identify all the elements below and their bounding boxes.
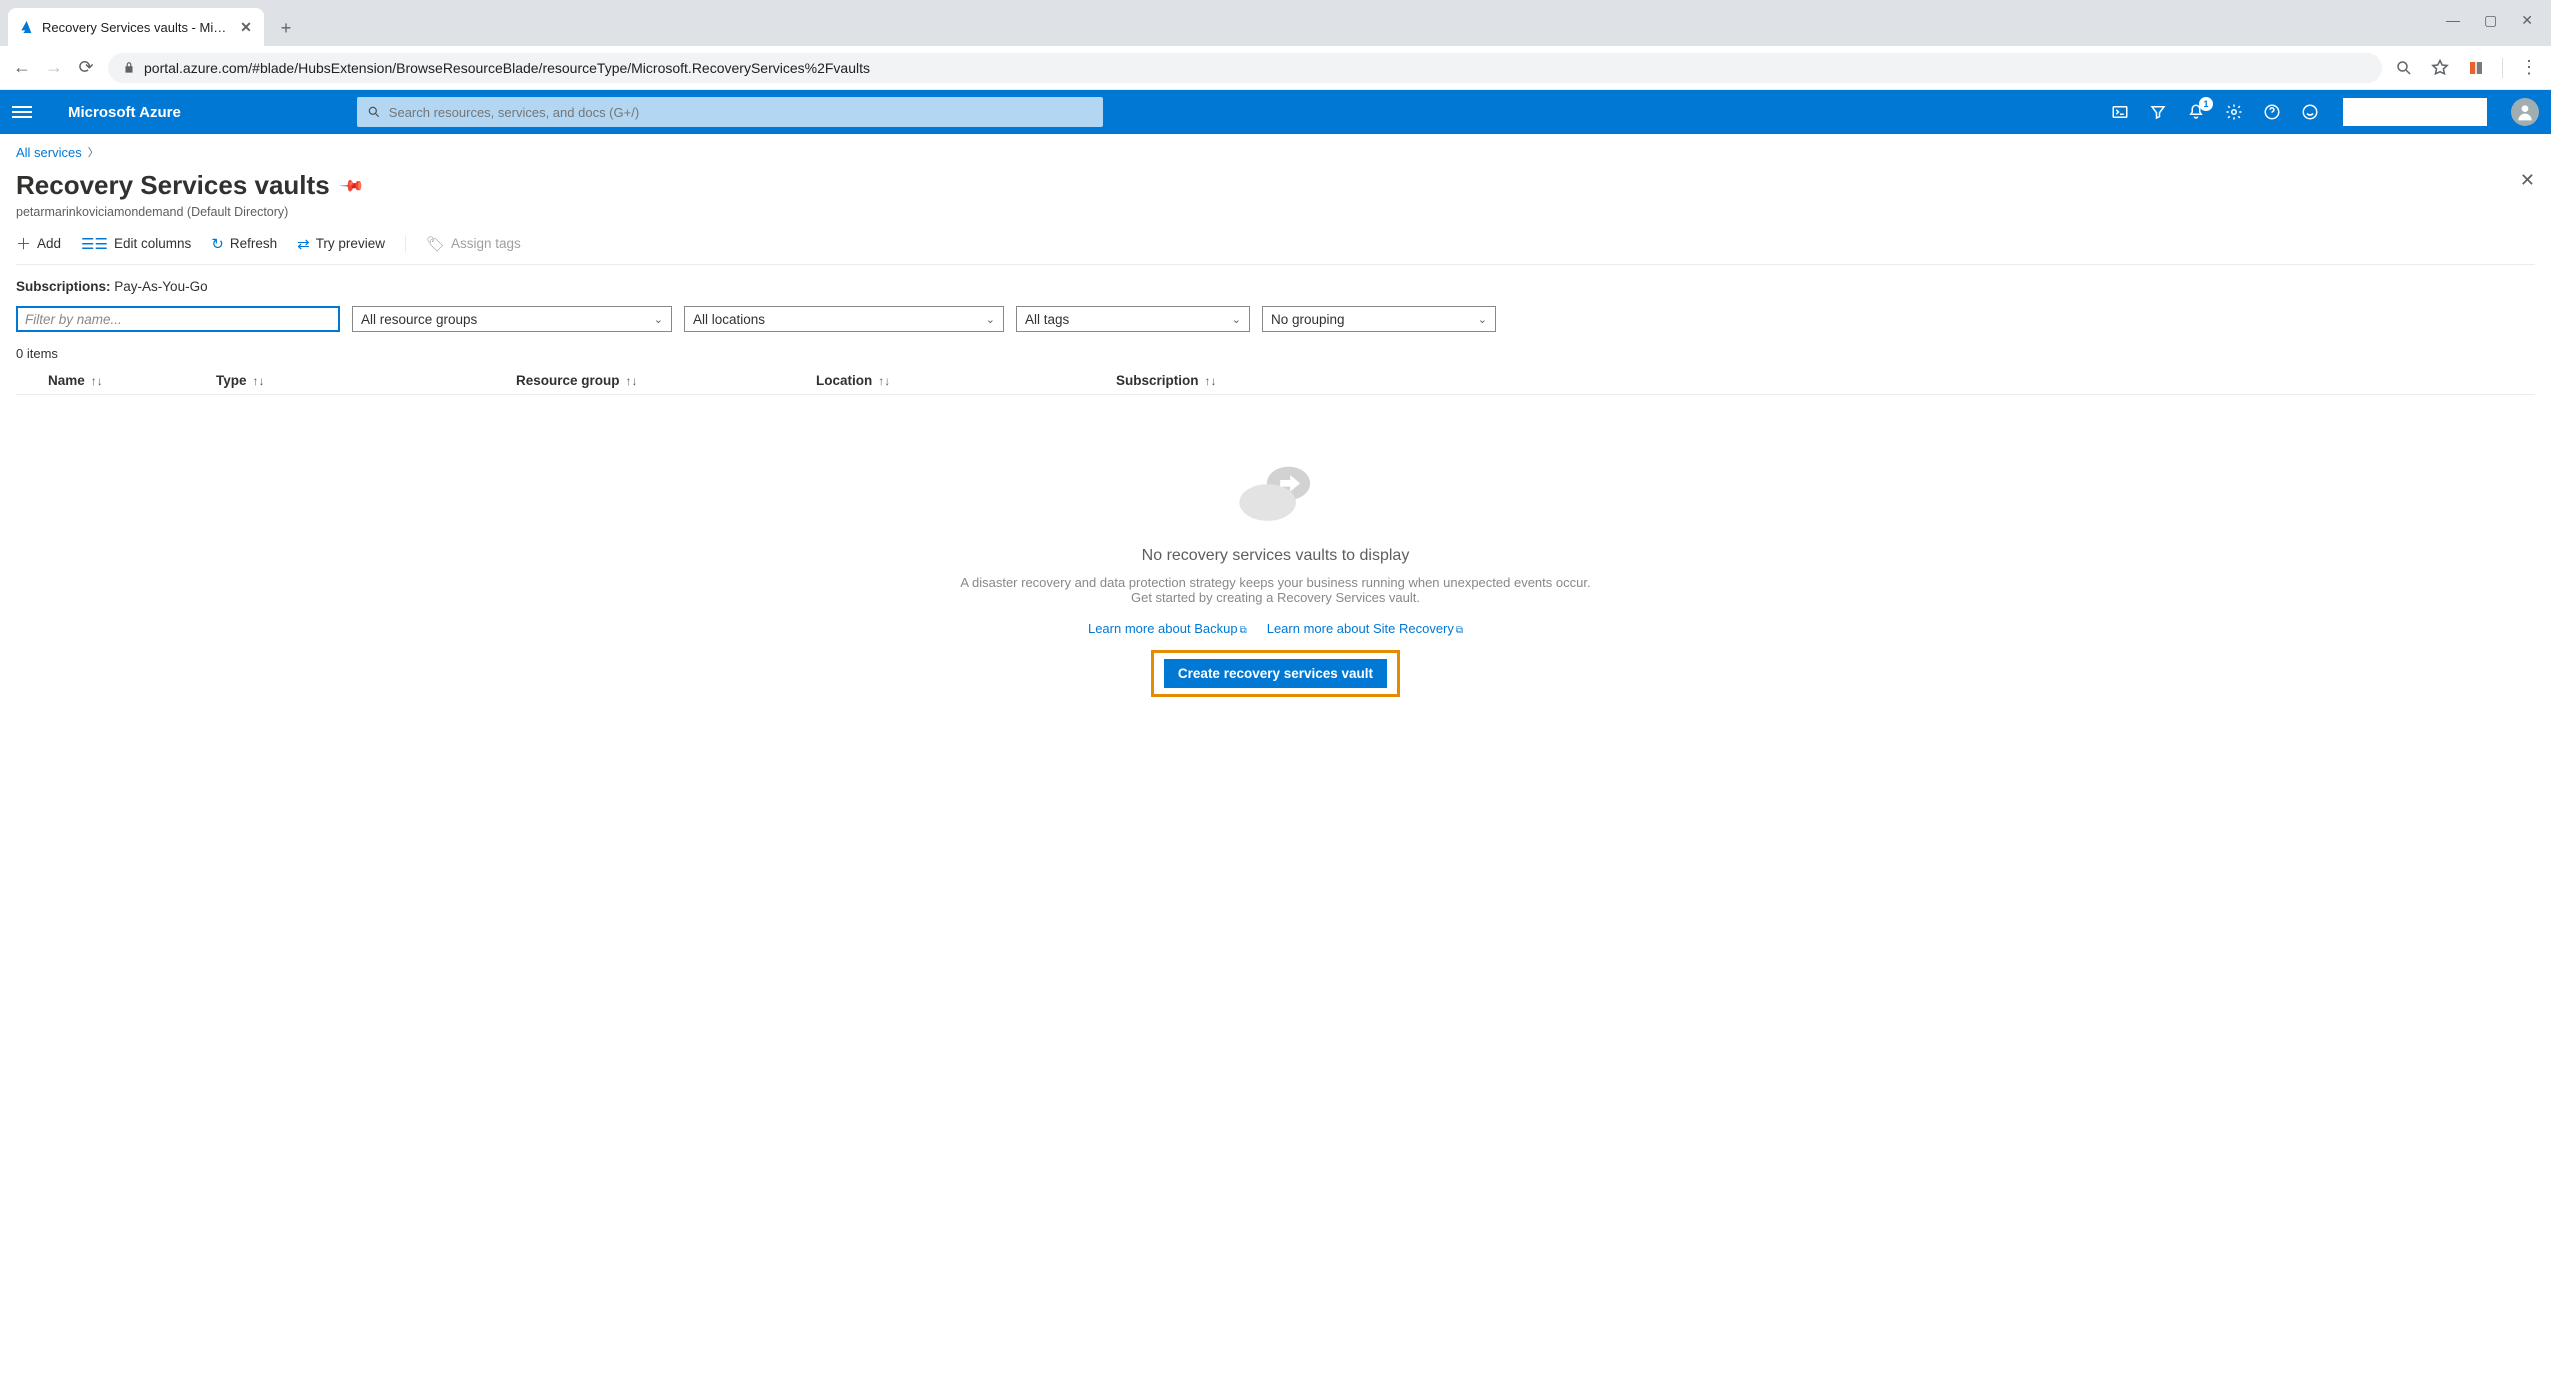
refresh-button[interactable]: ↻ Refresh	[211, 235, 277, 253]
chevron-down-icon: ⌄	[1478, 313, 1487, 326]
window-controls: — ▢ ✕	[2428, 0, 2551, 41]
forward-icon: →	[44, 58, 64, 78]
reload-icon[interactable]: ⟳	[76, 58, 96, 78]
sort-icon: ↑↓	[91, 374, 103, 388]
sort-icon: ↑↓	[626, 374, 638, 388]
filter-resource-groups[interactable]: All resource groups ⌄	[352, 306, 672, 332]
lock-icon	[122, 61, 136, 75]
add-button[interactable]: ＋ Add	[16, 233, 61, 254]
new-tab-button[interactable]: +	[272, 14, 300, 42]
avatar[interactable]	[2511, 98, 2539, 126]
external-link-icon: ⧉	[1240, 625, 1247, 636]
filter-tags[interactable]: All tags ⌄	[1016, 306, 1250, 332]
search-icon	[367, 105, 381, 119]
close-window-icon[interactable]: ✕	[2521, 12, 2533, 29]
blade-content: All services 〉 ✕ Recovery Services vault…	[0, 134, 2551, 697]
chevron-down-icon: ⌄	[1232, 313, 1241, 326]
url-text: portal.azure.com/#blade/HubsExtension/Br…	[144, 60, 870, 76]
edit-columns-button[interactable]: ☰☰ Edit columns	[81, 235, 191, 253]
browser-toolbar: ← → ⟳ portal.azure.com/#blade/HubsExtens…	[0, 46, 2551, 90]
learn-site-recovery-link[interactable]: Learn more about Site Recovery	[1267, 621, 1454, 636]
settings-gear-icon[interactable]	[2225, 103, 2243, 121]
feedback-icon[interactable]	[2301, 103, 2319, 121]
external-link-icon: ⧉	[1456, 625, 1463, 636]
close-blade-icon[interactable]: ✕	[2520, 170, 2535, 191]
header-actions: 1	[2111, 98, 2539, 126]
page-subtitle: petarmarinkoviciamondemand (Default Dire…	[16, 205, 2535, 219]
chevron-down-icon: ⌄	[654, 313, 663, 326]
empty-title: No recovery services vaults to display	[1142, 547, 1410, 565]
chevron-right-icon: 〉	[88, 144, 99, 160]
empty-state: No recovery services vaults to display A…	[16, 445, 2535, 697]
sort-icon: ↑↓	[878, 374, 890, 388]
tab-close-icon[interactable]: ✕	[238, 19, 254, 35]
column-type[interactable]: Type↑↓	[216, 373, 516, 388]
column-name[interactable]: Name↑↓	[16, 373, 216, 388]
empty-links: Learn more about Backup⧉ Learn more abou…	[1088, 621, 1463, 636]
extension-icon[interactable]	[2466, 58, 2486, 78]
back-icon[interactable]: ←	[12, 58, 32, 78]
sort-icon: ↑↓	[253, 374, 265, 388]
browser-menu-icon[interactable]: ⋮	[2519, 58, 2539, 78]
minimize-icon[interactable]: —	[2446, 12, 2460, 29]
column-subscription[interactable]: Subscription↑↓	[1116, 373, 1316, 388]
page-title: Recovery Services vaults	[16, 170, 330, 201]
column-resource-group[interactable]: Resource group↑↓	[516, 373, 816, 388]
account-box[interactable]	[2343, 98, 2487, 126]
global-search-input[interactable]	[389, 105, 1093, 120]
toolbar: ＋ Add ☰☰ Edit columns ↻ Refresh ⇄ Try pr…	[16, 233, 2535, 265]
filter-grouping[interactable]: No grouping ⌄	[1262, 306, 1496, 332]
browser-actions: ⋮	[2394, 58, 2539, 78]
learn-backup-link[interactable]: Learn more about Backup	[1088, 621, 1238, 636]
brand-label[interactable]: Microsoft Azure	[68, 104, 181, 121]
columns-icon: ☰☰	[81, 235, 108, 253]
global-search[interactable]	[357, 97, 1103, 127]
filters-row: All resource groups ⌄ All locations ⌄ Al…	[16, 306, 2535, 332]
chevron-down-icon: ⌄	[986, 313, 995, 326]
refresh-icon: ↻	[211, 235, 224, 253]
zoom-icon[interactable]	[2394, 58, 2414, 78]
create-button-highlight: Create recovery services vault	[1151, 650, 1400, 697]
subscriptions-row: Subscriptions: Pay-As-You-Go	[16, 279, 2535, 294]
filter-locations[interactable]: All locations ⌄	[684, 306, 1004, 332]
breadcrumb-root[interactable]: All services	[16, 145, 82, 160]
tag-icon: 🏷	[426, 235, 445, 253]
assign-tags-button: 🏷 Assign tags	[426, 235, 521, 253]
tab-title: Recovery Services vaults - Micros	[42, 20, 230, 35]
help-icon[interactable]	[2263, 103, 2281, 121]
table-header: Name↑↓ Type↑↓ Resource group↑↓ Location↑…	[16, 367, 2535, 395]
azure-header: Microsoft Azure 1	[0, 90, 2551, 134]
subscriptions-label: Subscriptions:	[16, 279, 111, 294]
empty-description: A disaster recovery and data protection …	[956, 575, 1596, 605]
items-count: 0 items	[16, 346, 2535, 361]
bookmark-star-icon[interactable]	[2430, 58, 2450, 78]
browser-tab-strip: Recovery Services vaults - Micros ✕ + — …	[0, 0, 2551, 46]
sort-icon: ↑↓	[1205, 374, 1217, 388]
menu-icon[interactable]	[12, 106, 32, 118]
maximize-icon[interactable]: ▢	[2484, 12, 2497, 29]
cloud-shell-icon[interactable]	[2111, 103, 2129, 121]
breadcrumb: All services 〉	[16, 144, 2535, 160]
cloud-icon	[1226, 445, 1326, 535]
address-bar[interactable]: portal.azure.com/#blade/HubsExtension/Br…	[108, 53, 2382, 83]
azure-favicon-icon	[18, 19, 34, 35]
browser-tab[interactable]: Recovery Services vaults - Micros ✕	[8, 8, 264, 46]
swap-icon: ⇄	[297, 235, 310, 253]
subscriptions-value[interactable]: Pay-As-You-Go	[114, 279, 207, 294]
toolbar-separator	[405, 235, 406, 253]
directory-filter-icon[interactable]	[2149, 103, 2167, 121]
notification-badge: 1	[2199, 97, 2213, 111]
column-location[interactable]: Location↑↓	[816, 373, 1116, 388]
plus-icon: ＋	[16, 233, 31, 254]
create-vault-button[interactable]: Create recovery services vault	[1164, 659, 1387, 688]
try-preview-button[interactable]: ⇄ Try preview	[297, 235, 385, 253]
filter-name-input[interactable]	[16, 306, 340, 332]
notifications-icon[interactable]: 1	[2187, 103, 2205, 121]
pin-icon[interactable]: 📌	[338, 171, 366, 199]
